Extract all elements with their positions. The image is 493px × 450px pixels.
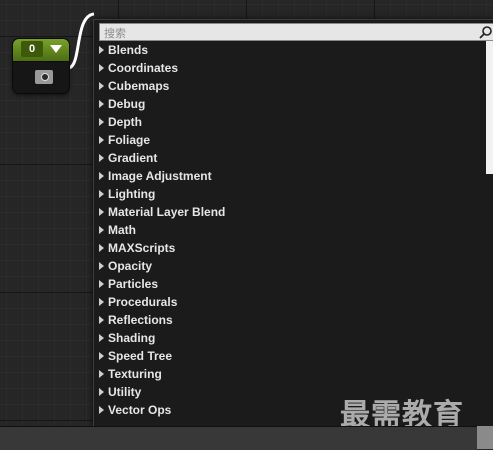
category-item[interactable]: Procedurals xyxy=(99,293,225,311)
category-list: Blends Coordinates Cubemaps Debug Depth Folia… xyxy=(99,41,225,419)
node-body xyxy=(13,62,69,93)
output-pin-icon[interactable] xyxy=(35,70,53,84)
category-label: Utility xyxy=(108,385,142,399)
category-item[interactable]: Speed Tree xyxy=(99,347,225,365)
category-item[interactable]: Reflections xyxy=(99,311,225,329)
expand-arrow-icon[interactable] xyxy=(99,315,104,324)
expand-arrow-icon[interactable] xyxy=(99,333,104,342)
category-label: MAXScripts xyxy=(108,241,176,255)
category-label: Math xyxy=(108,223,136,237)
expand-arrow-icon[interactable] xyxy=(99,207,104,216)
category-item[interactable]: Utility xyxy=(99,383,225,401)
category-item[interactable]: Lighting xyxy=(99,185,225,203)
expand-arrow-icon[interactable] xyxy=(99,369,104,378)
category-item[interactable]: Gradient xyxy=(99,149,225,167)
category-item[interactable]: Image Adjustment xyxy=(99,167,225,185)
category-item[interactable]: Shading xyxy=(99,329,225,347)
category-item[interactable]: Coordinates xyxy=(99,59,225,77)
side-panel xyxy=(486,41,493,174)
context-menu: Blends Coordinates Cubemaps Debug Depth Folia… xyxy=(93,19,493,428)
expand-arrow-icon[interactable] xyxy=(99,171,104,180)
category-label: Opacity xyxy=(108,259,153,273)
node-value[interactable]: 0 xyxy=(21,41,43,57)
expand-arrow-icon[interactable] xyxy=(99,63,104,72)
search-box[interactable] xyxy=(99,23,493,42)
category-label: Debug xyxy=(108,97,146,111)
category-item[interactable]: Math xyxy=(99,221,225,239)
category-item[interactable]: Cubemaps xyxy=(99,77,225,95)
category-label: Particles xyxy=(108,277,159,291)
expand-arrow-icon[interactable] xyxy=(99,351,104,360)
category-item[interactable]: Depth xyxy=(99,113,225,131)
category-item[interactable]: Material Layer Blend xyxy=(99,203,225,221)
category-label: Reflections xyxy=(108,313,173,327)
node-header[interactable]: 0 xyxy=(13,39,69,62)
category-item[interactable]: Foliage xyxy=(99,131,225,149)
expand-arrow-icon[interactable] xyxy=(99,81,104,90)
category-label: Depth xyxy=(108,115,142,129)
category-label: Material Layer Blend xyxy=(108,205,226,219)
category-item[interactable]: MAXScripts xyxy=(99,239,225,257)
chevron-down-icon[interactable] xyxy=(50,45,62,53)
category-label: Lighting xyxy=(108,187,156,201)
category-label: Cubemaps xyxy=(108,79,170,93)
category-item[interactable]: Texturing xyxy=(99,365,225,383)
expand-arrow-icon[interactable] xyxy=(99,225,104,234)
category-item[interactable]: Blends xyxy=(99,41,225,59)
category-label: Gradient xyxy=(108,151,158,165)
category-label: Coordinates xyxy=(108,61,179,75)
category-item[interactable]: Opacity xyxy=(99,257,225,275)
category-label: Foliage xyxy=(108,133,151,147)
category-label: Shading xyxy=(108,331,156,345)
expand-arrow-icon[interactable] xyxy=(99,405,104,414)
expand-arrow-icon[interactable] xyxy=(99,297,104,306)
category-label: Image Adjustment xyxy=(108,169,212,183)
constant-node[interactable]: 0 xyxy=(13,39,69,93)
search-input[interactable] xyxy=(100,26,464,42)
scrollbar[interactable] xyxy=(486,174,493,424)
expand-arrow-icon[interactable] xyxy=(99,387,104,396)
expand-arrow-icon[interactable] xyxy=(99,135,104,144)
search-icon[interactable] xyxy=(479,25,493,39)
resize-corner[interactable] xyxy=(477,426,493,449)
category-label: Texturing xyxy=(108,367,162,381)
category-item[interactable]: Particles xyxy=(99,275,225,293)
category-label: Vector Ops xyxy=(108,403,172,417)
bottom-bar xyxy=(0,426,477,450)
expand-arrow-icon[interactable] xyxy=(99,117,104,126)
expand-arrow-icon[interactable] xyxy=(99,153,104,162)
expand-arrow-icon[interactable] xyxy=(99,189,104,198)
expand-arrow-icon[interactable] xyxy=(99,279,104,288)
expand-arrow-icon[interactable] xyxy=(99,261,104,270)
category-label: Procedurals xyxy=(108,295,178,309)
expand-arrow-icon[interactable] xyxy=(99,243,104,252)
expand-arrow-icon[interactable] xyxy=(99,45,104,54)
expand-arrow-icon[interactable] xyxy=(99,99,104,108)
category-item[interactable]: Debug xyxy=(99,95,225,113)
category-label: Blends xyxy=(108,43,149,57)
category-item[interactable]: Vector Ops xyxy=(99,401,225,419)
category-label: Speed Tree xyxy=(108,349,173,363)
